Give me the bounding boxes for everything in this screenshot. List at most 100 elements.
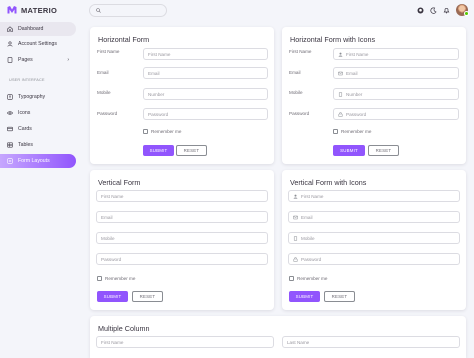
- sidebar-item-label: Typography: [18, 94, 46, 100]
- first-name-field[interactable]: First Name: [143, 48, 268, 60]
- sidebar-item-form-layouts[interactable]: Form Layouts: [0, 154, 76, 168]
- placeholder: Mobile: [301, 235, 315, 241]
- horizontal-icons-form-card: Horizontal Form with Icons First Name Fi…: [282, 27, 466, 164]
- sidebar-item-label: Cards: [18, 126, 32, 132]
- submit-button[interactable]: SUBMIT: [97, 291, 128, 302]
- reset-button[interactable]: RESET: [132, 291, 163, 302]
- placeholder: Email: [148, 70, 160, 76]
- horizontal-form-card: Horizontal Form First Name First Name Em…: [90, 27, 274, 164]
- bell-icon[interactable]: [443, 7, 450, 14]
- password-field[interactable]: Password: [288, 253, 460, 265]
- home-icon: [7, 26, 13, 32]
- mobile-field[interactable]: Number: [333, 88, 459, 100]
- avatar[interactable]: [456, 4, 469, 16]
- reset-button[interactable]: RESET: [368, 145, 399, 156]
- topbar-actions: [417, 4, 469, 16]
- password-field[interactable]: Password: [143, 108, 268, 120]
- sidebar-section-label: USER INTERFACE: [9, 78, 45, 82]
- remember-me-checkbox[interactable]: Remember me: [333, 129, 371, 134]
- brand-name: MATERIO: [21, 5, 58, 15]
- multiple-column-card: Multiple Column First Name Last Name: [90, 316, 466, 358]
- placeholder: First Name: [101, 339, 124, 345]
- last-name-field[interactable]: Last Name: [282, 336, 460, 348]
- placeholder: First Name: [101, 193, 124, 199]
- card-title: Vertical Form: [98, 178, 141, 187]
- checkbox-label: Remember me: [297, 276, 328, 281]
- placeholder: Email: [101, 214, 113, 220]
- checkbox-label: Remember me: [151, 129, 182, 134]
- placeholder: Email: [301, 214, 313, 220]
- mobile-field[interactable]: Mobile: [288, 232, 460, 244]
- checkbox[interactable]: [289, 276, 294, 281]
- checkbox-label: Remember me: [341, 129, 372, 134]
- remember-me-checkbox[interactable]: Remember me: [143, 129, 181, 134]
- placeholder: Email: [346, 70, 358, 76]
- reset-button[interactable]: RESET: [176, 145, 207, 156]
- typography-icon: [7, 94, 13, 100]
- sidebar-item-label: Pages: [18, 57, 33, 63]
- sidebar: MATERIO Dashboard Account Settings Pages…: [0, 0, 84, 358]
- placeholder: First Name: [301, 193, 324, 199]
- first-name-field[interactable]: First Name: [96, 190, 268, 202]
- email-icon: [293, 215, 298, 219]
- email-field[interactable]: Email: [96, 211, 268, 223]
- sidebar-item-account-settings[interactable]: Account Settings: [0, 37, 76, 51]
- first-name-field[interactable]: First Name: [96, 336, 274, 348]
- search-icon: [96, 8, 101, 13]
- sidebar-item-cards[interactable]: Cards: [0, 122, 76, 136]
- vertical-form-card: Vertical Form First Name Email Mobile Pa…: [90, 170, 274, 310]
- remember-me-checkbox[interactable]: Remember me: [97, 276, 135, 281]
- phone-icon: [293, 235, 298, 241]
- table-icon: [7, 142, 13, 148]
- sidebar-item-tables[interactable]: Tables: [0, 138, 76, 152]
- placeholder: Password: [346, 111, 367, 117]
- card-title: Horizontal Form: [98, 35, 150, 44]
- sidebar-item-icons[interactable]: Icons: [0, 106, 76, 120]
- submit-button[interactable]: SUBMIT: [289, 291, 320, 302]
- placeholder: Password: [301, 256, 322, 262]
- checkbox[interactable]: [333, 129, 338, 134]
- email-label: Email: [289, 70, 301, 75]
- phone-icon: [338, 91, 343, 97]
- placeholder: Password: [101, 256, 122, 262]
- remember-me-checkbox[interactable]: Remember me: [289, 276, 327, 281]
- password-field[interactable]: Password: [333, 108, 459, 120]
- checkbox[interactable]: [97, 276, 102, 281]
- eye-icon: [7, 110, 13, 116]
- mobile-field[interactable]: Number: [143, 88, 268, 100]
- account-icon: [293, 194, 298, 199]
- brand[interactable]: MATERIO: [7, 5, 57, 15]
- first-name-label: First Name: [97, 49, 120, 54]
- reset-button[interactable]: RESET: [324, 291, 355, 302]
- file-icon: [7, 57, 13, 63]
- password-field[interactable]: Password: [96, 253, 268, 265]
- submit-button[interactable]: SUBMIT: [143, 145, 174, 156]
- first-name-field[interactable]: First Name: [288, 190, 460, 202]
- github-icon[interactable]: [417, 7, 424, 14]
- submit-button[interactable]: SUBMIT: [333, 145, 365, 156]
- placeholder: Last Name: [287, 339, 310, 345]
- sidebar-item-typography[interactable]: Typography: [0, 90, 76, 104]
- first-name-field[interactable]: First Name: [333, 48, 459, 60]
- sidebar-item-label: Icons: [18, 110, 31, 116]
- sidebar-item-label: Tables: [18, 142, 33, 148]
- email-label: Email: [97, 70, 109, 75]
- lock-icon: [293, 256, 298, 262]
- lock-icon: [338, 111, 343, 117]
- email-field[interactable]: Email: [143, 67, 268, 79]
- vertical-icons-form-card: Vertical Form with Icons First Name Emai…: [282, 170, 466, 310]
- checkbox-label: Remember me: [105, 276, 136, 281]
- mobile-field[interactable]: Mobile: [96, 232, 268, 244]
- card-title: Multiple Column: [98, 324, 150, 333]
- password-label: Password: [97, 111, 118, 116]
- email-field[interactable]: Email: [333, 67, 459, 79]
- placeholder: First Name: [148, 51, 171, 57]
- email-field[interactable]: Email: [288, 211, 460, 223]
- checkbox[interactable]: [143, 129, 148, 134]
- dark-mode-icon[interactable]: [430, 6, 437, 14]
- sidebar-item-pages[interactable]: Pages ›: [0, 53, 76, 67]
- search-input[interactable]: [89, 4, 167, 17]
- sidebar-item-dashboard[interactable]: Dashboard: [0, 22, 76, 36]
- account-icon: [7, 41, 13, 47]
- password-label: Password: [289, 111, 310, 116]
